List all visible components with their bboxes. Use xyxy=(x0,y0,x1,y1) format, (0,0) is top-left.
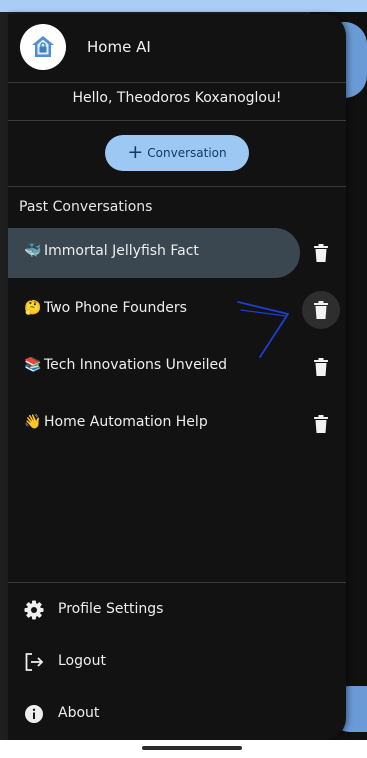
new-conversation-button[interactable]: + Conversation xyxy=(105,135,249,171)
logout-icon xyxy=(24,652,44,672)
home-lock-icon xyxy=(32,36,54,57)
new-conversation-label: Conversation xyxy=(147,146,227,160)
delete-conversation-button[interactable] xyxy=(302,234,340,272)
conversation-title: 📚 Tech Innovations Unveiled xyxy=(24,357,227,373)
conversation-title: 🤔 Two Phone Founders xyxy=(24,300,187,316)
thinking-face-icon: 🤔 xyxy=(24,300,42,316)
delete-conversation-button[interactable] xyxy=(302,291,340,329)
delete-conversation-button[interactable] xyxy=(302,348,340,386)
conversation-item[interactable]: 👋 Home Automation Help xyxy=(8,399,346,449)
divider xyxy=(8,120,346,121)
about-label: About xyxy=(58,705,100,721)
books-icon: 📚 xyxy=(24,357,42,373)
conversation-item[interactable]: 📚 Tech Innovations Unveiled xyxy=(8,342,346,392)
whale-icon: 🐳 xyxy=(24,243,42,259)
profile-settings-label: Profile Settings xyxy=(58,601,164,617)
info-icon xyxy=(24,704,44,724)
trash-icon xyxy=(314,244,328,262)
logout-label: Logout xyxy=(58,653,106,669)
conversation-item[interactable]: 🐳 Immortal Jellyfish Fact xyxy=(8,228,346,278)
drawer-header: Home AI xyxy=(8,14,346,82)
divider xyxy=(8,186,346,187)
section-title: Past Conversations xyxy=(19,199,153,215)
home-indicator[interactable] xyxy=(142,746,242,750)
waving-hand-icon: 👋 xyxy=(24,414,42,430)
profile-settings-button[interactable]: Profile Settings xyxy=(8,590,346,630)
conversation-title: 👋 Home Automation Help xyxy=(24,414,208,430)
about-button[interactable]: About xyxy=(8,694,346,734)
app-logo xyxy=(20,24,66,70)
gear-icon xyxy=(24,600,44,620)
divider xyxy=(8,582,346,583)
trash-icon xyxy=(314,358,328,376)
greeting-text: Hello, Theodoros Koxanoglou! xyxy=(72,90,282,106)
logout-button[interactable]: Logout xyxy=(8,642,346,682)
navigation-drawer: Home AI Hello, Theodoros Koxanoglou! + C… xyxy=(8,14,346,740)
conversation-item[interactable]: 🤔 Two Phone Founders xyxy=(8,285,346,335)
delete-conversation-button[interactable] xyxy=(302,405,340,443)
app-title: Home AI xyxy=(87,38,151,56)
trash-icon xyxy=(314,415,328,433)
divider xyxy=(8,82,346,83)
status-bar-strip xyxy=(0,0,367,12)
conversation-title: 🐳 Immortal Jellyfish Fact xyxy=(24,243,199,259)
plus-icon: + xyxy=(127,140,144,163)
trash-icon xyxy=(314,301,328,319)
